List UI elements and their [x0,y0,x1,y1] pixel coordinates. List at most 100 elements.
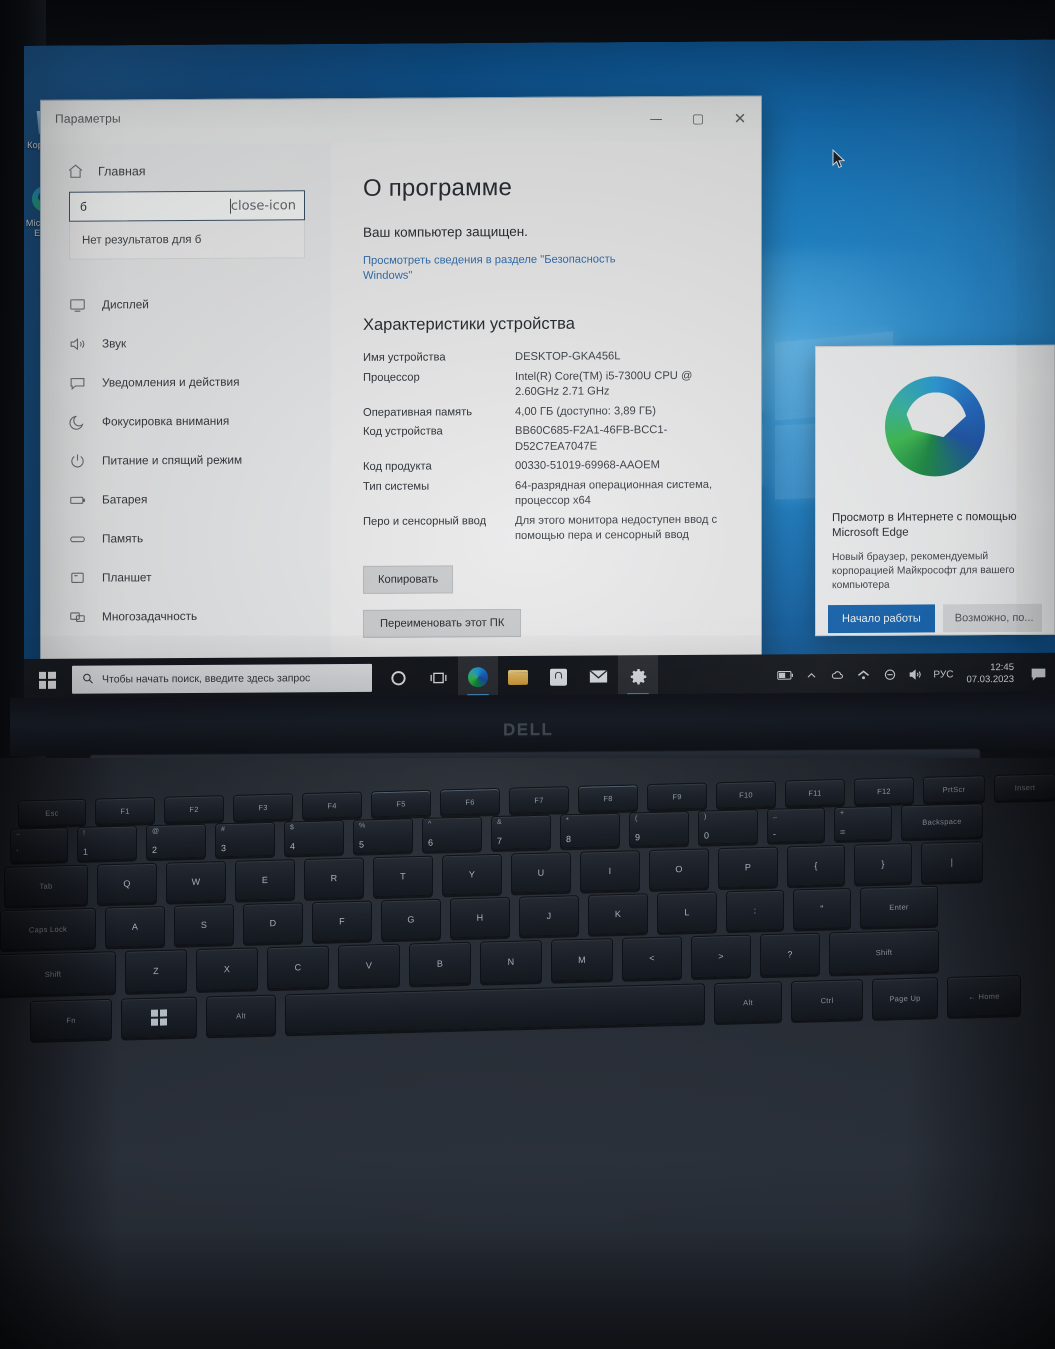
key-3[interactable]: #3 [215,821,275,858]
key-o[interactable]: O [649,848,709,890]
onedrive-icon[interactable] [829,666,846,683]
key-4[interactable]: $4 [284,819,344,856]
spec-value: BB60C685-F2A1-46FB-BCC1-D52C7EA7047E [515,424,668,453]
sidebar-item-tablet[interactable]: Планшет [41,557,331,598]
display-icon [69,297,86,314]
key-k[interactable]: K [588,893,648,935]
sidebar-item-battery[interactable]: Батарея [41,479,331,520]
taskbar-search-box[interactable]: Чтобы начать поиск, введите здесь запрос [72,663,372,694]
sidebar-item-storage[interactable]: Память [41,518,331,559]
sidebar-item-focus-assist[interactable]: Фокусировка внимания [41,401,331,442]
key-l[interactable]: L [657,891,717,934]
close-button[interactable]: ✕ [719,104,761,132]
language-indicator[interactable]: РУС [933,669,953,680]
key-f9[interactable]: F9 [647,782,707,811]
taskbar-clock[interactable]: 12:45 07.03.2023 [962,662,1018,686]
key-y[interactable]: Y [442,853,502,896]
key-7[interactable]: & 7 [491,814,551,851]
sidebar-item-notifications[interactable]: Уведомления и действия [41,362,331,403]
minimize-button[interactable]: — [635,105,677,133]
cortana-icon[interactable] [378,657,418,699]
chevron-up-icon[interactable] [803,667,820,684]
network-icon[interactable] [855,666,872,683]
key-s[interactable]: S [174,904,234,946]
security-details-link[interactable]: Просмотреть сведения в разделе "Безопасн… [363,252,643,284]
key-v[interactable]: V [338,943,400,988]
close-icon[interactable]: close-icon [231,198,296,213]
key-t[interactable]: T [373,855,433,898]
taskbar-item-edge[interactable] [458,656,498,699]
sidebar-item-label: Многозадачность [102,608,198,624]
key-f6[interactable]: F6 [440,787,500,816]
key-u[interactable]: U [511,851,571,894]
key-alt-left[interactable]: Alt [206,994,276,1037]
taskbar-item-settings[interactable] [618,655,658,698]
key-quote[interactable]: " [793,887,851,930]
key-minus[interactable]: _ - [767,807,825,843]
key-j[interactable]: J [519,895,579,937]
key-g[interactable]: G [381,898,441,941]
key-5[interactable]: % 5 [353,818,413,854]
sidebar-item-multitasking[interactable]: Многозадачность [41,596,331,637]
key-9[interactable]: (9 [629,810,689,847]
start-button[interactable] [24,659,70,701]
copy-button[interactable]: Копировать [363,564,454,594]
taskbar-item-store[interactable] [538,656,578,698]
taskbar-item-mail[interactable] [578,655,618,697]
key-comma[interactable]: < [622,936,682,980]
get-started-button[interactable]: Начало работы [828,604,935,634]
key-f3[interactable]: F3 [233,793,293,821]
key-d[interactable]: D [243,902,303,944]
key-w[interactable]: W [166,861,226,903]
sidebar-item-sound[interactable]: Звук [41,323,331,364]
key-f11[interactable]: F11 [785,778,845,807]
key-r[interactable]: R [304,857,364,899]
search-input[interactable]: б close-icon [69,190,305,222]
key-6[interactable]: ^ 6 [422,816,482,852]
maximize-button[interactable]: ▢ [677,105,719,133]
key-c[interactable]: C [267,945,329,990]
key-0[interactable]: ) 0 [698,809,758,845]
sidebar-item-power-sleep[interactable]: Питание и спящий режим [41,440,331,481]
key-semicolon[interactable]: : [726,889,784,932]
key-f5[interactable]: F5 [371,789,431,818]
key-f2[interactable]: F2 [164,795,224,823]
key-f7[interactable]: F7 [509,786,569,814]
key-f8[interactable]: F8 [578,784,638,812]
key-z[interactable]: Z [125,949,187,993]
maybe-later-button[interactable]: Возможно, по... [942,603,1042,633]
key-e[interactable]: E [235,859,295,901]
key-f10[interactable]: F10 [716,780,776,809]
key-bracket-right[interactable]: } [854,843,912,885]
key-period[interactable]: > [691,934,751,979]
key-slash[interactable]: ? [760,932,820,977]
rename-pc-button[interactable]: Переименовать этот ПК [363,608,522,638]
action-center-icon[interactable] [1027,663,1049,685]
key-equals[interactable]: + = [834,805,892,842]
key-alt-right[interactable]: Alt [714,981,782,1024]
key-n[interactable]: N [480,939,542,984]
taskbar-item-file-explorer[interactable] [498,656,538,698]
notifications-icon [69,375,86,392]
key-m[interactable]: M [551,938,613,982]
deck-shadow-bottom [0,1229,1055,1349]
task-view-icon[interactable] [418,656,458,698]
security-icon[interactable] [881,666,898,683]
key-ctrl-right[interactable]: Ctrl [791,979,863,1022]
key-x[interactable]: X [196,947,258,992]
volume-icon[interactable] [907,666,924,683]
key-i[interactable]: I [580,850,640,892]
window-titlebar[interactable]: Параметры — ▢ ✕ [41,96,761,145]
battery-icon[interactable] [777,667,794,684]
key-windows[interactable] [121,996,197,1039]
key-f4[interactable]: F4 [302,791,362,820]
key-b[interactable]: B [409,941,471,986]
sidebar-item-home[interactable]: Главная [41,151,331,192]
key-f[interactable]: F [312,900,372,943]
key-h[interactable]: H [450,896,510,939]
key-p[interactable]: P [718,846,778,889]
key-bracket-left[interactable]: { [787,844,845,887]
key-2[interactable]: @2 [146,823,206,860]
key-8[interactable]: * 8 [560,812,620,849]
sidebar-item-display[interactable]: Дисплей [41,284,331,325]
